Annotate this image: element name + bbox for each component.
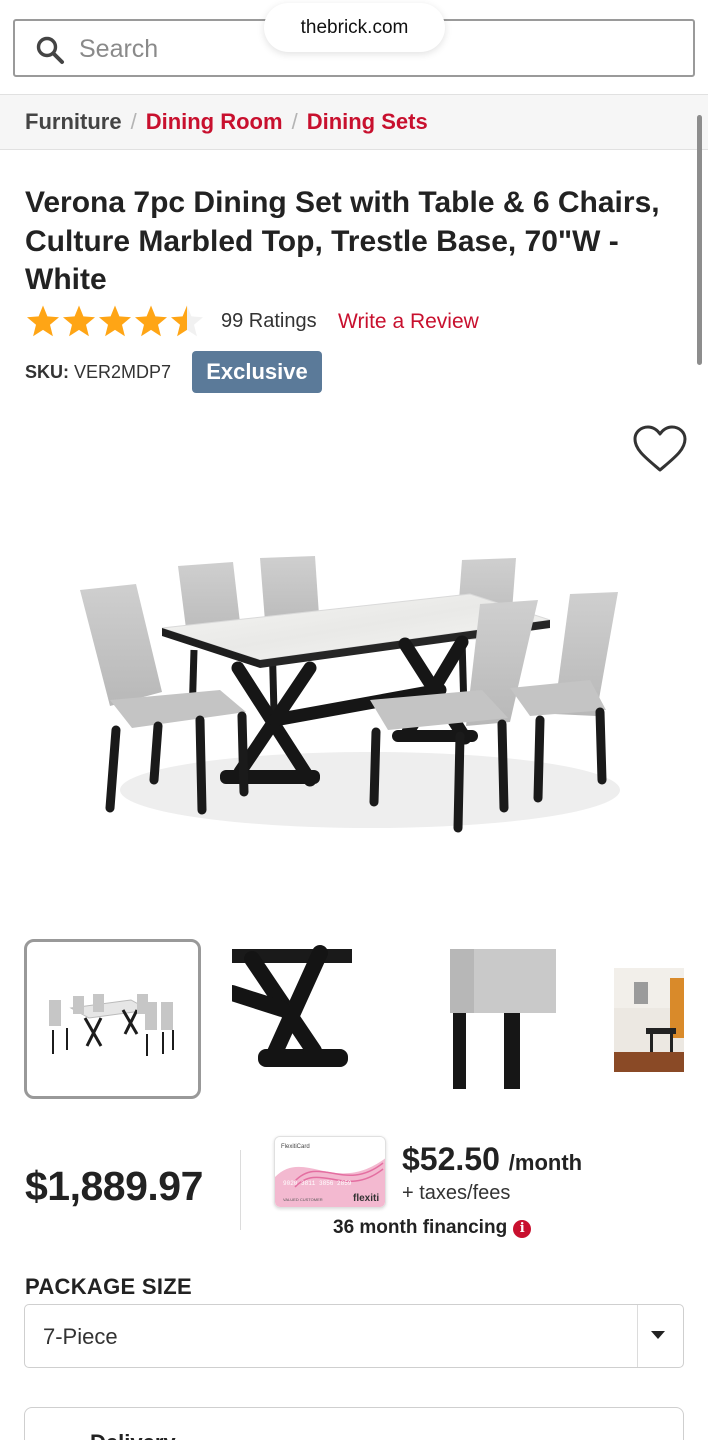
breadcrumb-furniture[interactable]: Furniture [25,109,122,134]
scrollbar[interactable] [697,115,702,365]
ratings-count[interactable]: 99 Ratings [221,310,317,333]
breadcrumb-dining-sets[interactable]: Dining Sets [307,109,428,134]
thumbnail-trestle-base[interactable] [232,939,352,1099]
price-divider [240,1150,241,1230]
delivery-card[interactable]: Delivery [24,1407,684,1440]
dining-set-thumb-image [49,994,174,1056]
delivery-title: Delivery [90,1430,176,1440]
star-icon [27,305,59,337]
flexiti-logo: flexiti [353,1193,379,1204]
product-price: $1,889.97 [25,1163,203,1209]
breadcrumb: Furniture / Dining Room / Dining Sets [0,94,708,150]
info-icon[interactable]: i [513,1220,532,1238]
card-holder: VALUED CUSTOMER [283,1197,323,1202]
star-icon [135,305,167,337]
thumbnail-chair-detail[interactable] [450,939,556,1099]
thumbnail-room-scene[interactable] [614,968,684,1072]
package-size-value: 7-Piece [43,1324,118,1349]
write-review-link[interactable]: Write a Review [338,310,479,334]
card-number: 9020 3811 3856 2859 [283,1180,352,1187]
product-main-image[interactable] [70,540,640,850]
exclusive-badge: Exclusive [192,351,322,393]
flexiti-card-image[interactable]: FlexitiCard 9020 3811 3856 2859 VALUED C… [274,1136,386,1208]
caret-down-icon [651,1331,665,1339]
monthly-amount: $52.50 [402,1141,500,1177]
rating-row: 99 Ratings Write a Review [25,304,685,344]
card-brand-top: FlexitiCard [281,1144,310,1150]
star-icon [63,305,95,337]
sku-row: SKU: VER2MDP7 Exclusive [25,351,425,393]
sku-label: SKU: [25,362,69,382]
header: thebrick.com [0,0,708,94]
per-month-label: /month [508,1150,583,1175]
star-rating[interactable] [25,304,207,340]
half-star-icon [171,305,203,337]
package-size-label: PACKAGE SIZE [25,1274,192,1299]
select-divider [637,1305,638,1367]
url-bar[interactable]: thebrick.com [264,3,445,52]
product-title: Verona 7pc Dining Set with Table & 6 Cha… [25,186,660,296]
room-scene-thumb-image [614,968,684,1072]
thumbnail-dining-set[interactable] [24,939,201,1099]
taxes-fees-label: + taxes/fees [402,1182,511,1204]
financing-term-label: 36 month financing [333,1217,508,1238]
heart-icon[interactable] [632,424,688,474]
search-icon [36,36,64,64]
financing-term: 36 month financing i [333,1217,532,1239]
monthly-payment: $52.50 /month [402,1141,582,1178]
chair-seat-thumb-image [450,949,556,1089]
star-icon [99,305,131,337]
breadcrumb-separator: / [130,109,137,134]
sku-value: VER2MDP7 [74,362,172,382]
trestle-base-thumb-image [232,945,352,1067]
package-size-select[interactable]: 7-Piece [24,1304,684,1368]
breadcrumb-dining-room[interactable]: Dining Room [146,109,283,134]
breadcrumb-separator: / [291,109,298,134]
